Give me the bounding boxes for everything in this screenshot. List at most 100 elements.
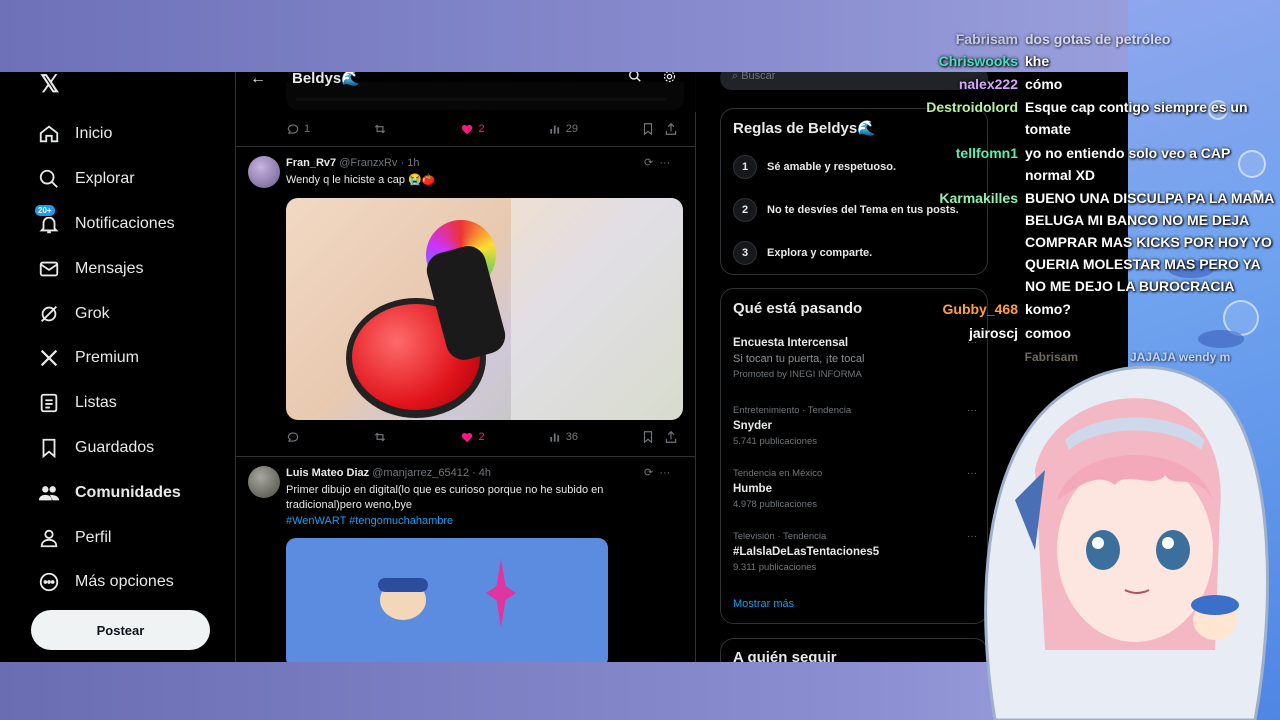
trend-item[interactable]: Entretenimiento · Tendencia Snyder 5.741… (733, 405, 977, 447)
author-name[interactable]: Fran_Rv7 (286, 157, 336, 169)
search-icon[interactable] (628, 72, 642, 86)
trend-name: Snyder (733, 420, 772, 432)
bell-icon: 20+ (34, 203, 60, 235)
view-count: 36 (565, 431, 578, 443)
chat-username: Chriswooks (938, 53, 1018, 69)
x-logo-icon[interactable]: 𝕏 (40, 72, 59, 99)
tweet-media-image[interactable] (286, 538, 608, 662)
bookmark-icon (643, 123, 652, 136)
tweet-hashtags[interactable]: #WenWART #tengomuchahambre (286, 514, 636, 529)
rule-item[interactable]: 3 Explora y comparte. (733, 241, 872, 265)
chat-text: BUENO UNA DISCULPA PA LA MAMA BELUGA MI … (1025, 190, 1274, 294)
tweet-header: Fran_Rv7 @FranzxRv · 1h (286, 157, 419, 169)
chat-text: Esque cap contigo siempre es un tomate (1025, 99, 1248, 137)
post-button[interactable]: Postear (31, 610, 210, 650)
sidebar-item-mensajes[interactable]: Mensajes (38, 246, 181, 291)
trend-item[interactable]: Televisión · Tendencia #LaIslaDeLasTenta… (733, 531, 977, 573)
sidebar-item-comunidades[interactable]: Comunidades (38, 470, 181, 515)
sidebar-item-label: Listas (75, 394, 117, 412)
avatar[interactable] (248, 466, 280, 498)
grok-icon (38, 303, 60, 325)
chat-text: JAJAJA wendy m (1130, 350, 1231, 364)
avatar[interactable] (248, 156, 280, 188)
rule-text: Explora y comparte. (767, 247, 873, 259)
sidebar-item-label: Mensajes (75, 259, 144, 277)
chat-text: yo no entiendo solo veo a CAP normal XD (1025, 145, 1231, 183)
chat-text: cómo (1025, 76, 1063, 92)
gear-icon[interactable] (662, 72, 677, 87)
repost-button[interactable] (373, 122, 460, 136)
chat-text: komo? (1025, 301, 1071, 317)
chat-username: Fabrisam (1024, 350, 1078, 364)
reply-button[interactable]: 1 (286, 122, 373, 136)
views-button[interactable]: 29 (548, 122, 641, 136)
chat-username: Destroidolord (926, 99, 1018, 115)
sidebar-item-perfil[interactable]: Perfil (38, 515, 181, 560)
share-button[interactable] (664, 430, 678, 444)
sidebar-item-label: Perfil (75, 528, 112, 546)
tweet[interactable]: Fran_Rv7 @FranzxRv · 1h ⟳ ··· Wendy q le… (236, 146, 696, 458)
trend-count: 9.311 publicaciones (733, 562, 817, 573)
sidebar-item-label: Explorar (75, 170, 135, 188)
tweet-time: · 1h (400, 157, 420, 169)
sidebar-item-listas[interactable]: Listas (38, 381, 181, 426)
author-name[interactable]: Luis Mateo Diaz (286, 467, 369, 479)
views-icon (550, 433, 559, 442)
heart-icon (462, 124, 473, 135)
who-to-follow-card: A quién seguir (720, 638, 988, 662)
trend-name: #LaIslaDeLasTentaciones5 (733, 546, 880, 558)
trend-count: 5.741 publicaciones (733, 436, 817, 447)
sidebar-item-guardados[interactable]: Guardados (38, 426, 181, 471)
tweet[interactable]: Luis Mateo Diaz @manjarrez_65412 · 4h ⟳ … (236, 456, 696, 662)
like-button[interactable]: 2 (460, 430, 547, 444)
people-icon (38, 482, 60, 504)
sidebar-item-label: Notificaciones (75, 214, 175, 232)
back-arrow-icon[interactable]: ← (250, 72, 266, 88)
bookmark-icon (643, 431, 652, 444)
author-handle[interactable]: @manjarrez_65412 (372, 467, 469, 479)
trend-category: Televisión · Tendencia (733, 531, 827, 542)
share-button[interactable] (664, 122, 678, 136)
sidebar-item-label: Comunidades (75, 483, 181, 501)
sidebar-item-explorar[interactable]: Explorar (38, 157, 181, 202)
sidebar-item-inicio[interactable]: Inicio (38, 112, 181, 157)
author-handle[interactable]: @FranzxRv (339, 157, 397, 169)
tweet-media-image[interactable] (286, 198, 683, 420)
sidebar-item-label: Inicio (75, 125, 113, 143)
like-button[interactable]: 2 (460, 122, 547, 136)
sidebar-item-notificaciones[interactable]: 20+ Notificaciones (34, 202, 181, 247)
chat-username: Fabrisam (955, 31, 1018, 47)
rule-item[interactable]: 1 Sé amable y respetuoso. (733, 155, 896, 179)
sidebar: 𝕏 Inicio Explorar 20+ Notificaciones Men… (0, 72, 236, 662)
search-icon: ⌕ (732, 72, 742, 82)
rule-number: 2 (733, 198, 757, 222)
promoted-label: Promoted by INEGI INFORMA (733, 369, 862, 380)
more-options-icon[interactable]: ⟳ ··· (644, 156, 670, 169)
bookmark-button[interactable] (641, 430, 664, 444)
sidebar-item-mas-opciones[interactable]: Más opciones (38, 560, 181, 605)
rule-number: 3 (733, 241, 757, 265)
reply-button[interactable] (286, 430, 373, 444)
chat-username: jairoscj (968, 325, 1018, 341)
bookmark-icon (38, 437, 60, 459)
trend-category: Entretenimiento · Tendencia (733, 405, 852, 416)
tweet-header: Luis Mateo Diaz @manjarrez_65412 · 4h (286, 467, 491, 479)
more-options-icon[interactable]: ⟳ ··· (644, 466, 670, 479)
bookmark-button[interactable] (641, 122, 664, 136)
drawing-goggles (378, 578, 428, 592)
view-count: 29 (565, 123, 578, 135)
show-more-link[interactable]: Mostrar más (733, 598, 794, 610)
trend-item[interactable]: Tendencia en México Humbe 4.978 publicac… (733, 468, 977, 510)
x-icon (38, 347, 60, 369)
search-icon (38, 168, 60, 190)
sidebar-item-premium[interactable]: Premium (38, 336, 181, 381)
reply-icon (287, 124, 299, 134)
rule-number: 1 (733, 155, 757, 179)
sidebar-item-grok[interactable]: Grok (38, 291, 181, 336)
views-button[interactable]: 36 (548, 430, 641, 444)
sidebar-item-label: Premium (75, 349, 140, 367)
sidebar-item-label: Más opciones (75, 573, 174, 591)
repost-button[interactable] (373, 430, 460, 444)
views-icon (550, 125, 559, 134)
community-header: ← Beldys🌊 (236, 72, 696, 112)
